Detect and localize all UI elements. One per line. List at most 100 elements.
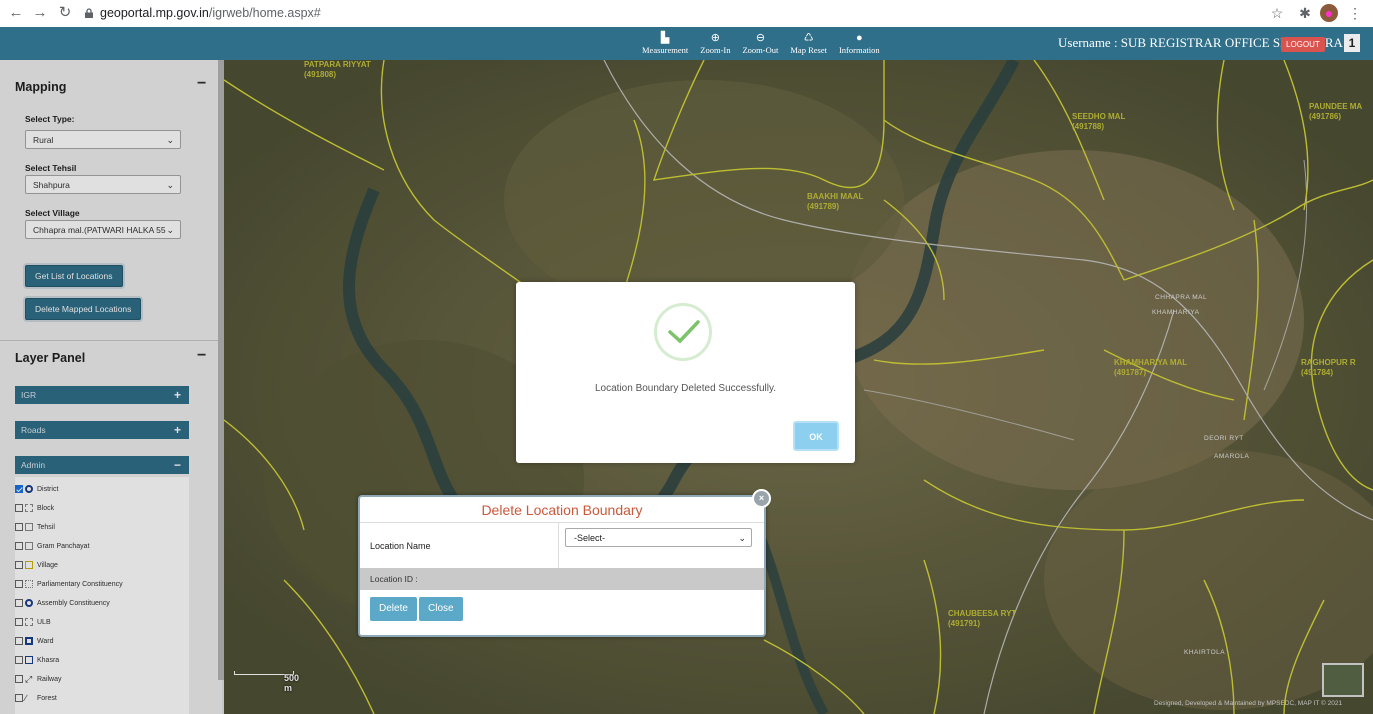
logout-button[interactable]: LOGOUT [1281, 37, 1325, 52]
layer-item-parliamentary[interactable]: Parliamentary Constituency [15, 577, 123, 591]
location-id-row: Location ID : [360, 568, 764, 590]
extensions-icon[interactable]: ✱ [1296, 4, 1314, 22]
layer-checkbox[interactable] [15, 694, 23, 702]
layer-checkbox[interactable] [15, 561, 23, 569]
layer-item-forest[interactable]: ∕ Forest [15, 691, 57, 705]
browser-toolbar: ← → ↻ geoportal.mp.gov.in/igrweb/home.as… [0, 0, 1373, 28]
section-divider [0, 340, 218, 341]
railway-icon: ⤢ [25, 674, 33, 684]
reload-icon[interactable]: ↻ [55, 3, 75, 23]
ok-button[interactable]: OK [793, 421, 839, 451]
row-divider [558, 523, 559, 568]
forward-icon[interactable]: → [30, 3, 50, 23]
location-select-value: -Select- [574, 533, 606, 543]
layer-item-khasra[interactable]: Khasra [15, 653, 59, 667]
layer-label: Village [37, 561, 58, 569]
layer-panel-collapse-icon[interactable]: − [197, 347, 206, 365]
url-domain: geoportal.mp.gov.in [100, 6, 209, 20]
layer-label: Ward [37, 637, 54, 645]
layer-checkbox[interactable] [15, 542, 23, 550]
layer-label: Gram Panchayat [37, 542, 90, 550]
place-label: DEORI RYT [1204, 435, 1244, 442]
parliamentary-layer-icon [25, 580, 33, 588]
zoom-out-tool[interactable]: ⊖ Zoom-Out [736, 27, 784, 60]
information-tool[interactable]: ● Information [833, 27, 886, 60]
get-list-button[interactable]: Get List of Locations [25, 265, 123, 287]
layer-checkbox[interactable] [15, 637, 23, 645]
location-name-dropdown[interactable]: -Select- ⌄ [565, 528, 752, 547]
layer-group-igr[interactable]: IGR + [15, 386, 189, 404]
delete-button[interactable]: Delete [370, 597, 417, 621]
mapping-collapse-icon[interactable]: − [197, 75, 206, 93]
tool-label: Measurement [642, 45, 689, 55]
layer-item-village[interactable]: Village [15, 558, 58, 572]
layer-group-roads[interactable]: Roads + [15, 421, 189, 439]
block-layer-icon [25, 504, 33, 512]
info-icon: ● [855, 32, 863, 44]
khasra-layer-icon [25, 656, 33, 664]
layer-item-ward[interactable]: Ward [15, 634, 53, 648]
village-label: SEEDHO MAL (491788) [1072, 112, 1126, 131]
delete-mapped-button[interactable]: Delete Mapped Locations [25, 298, 142, 320]
back-icon[interactable]: ← [6, 3, 26, 23]
select-tehsil-value: Shahpura [33, 180, 70, 190]
layer-label: Forest [37, 694, 57, 702]
measurement-tool[interactable]: ▙ Measurement [636, 27, 694, 60]
select-type-dropdown[interactable]: Rural ⌄ [25, 130, 181, 149]
delete-location-boundary-panel: Delete Location Boundary × Location Name… [358, 489, 771, 637]
layer-item-assembly[interactable]: Assembly Constituency [15, 596, 110, 610]
bookmark-star-icon[interactable]: ☆ [1268, 4, 1286, 22]
overview-map-button[interactable] [1322, 663, 1364, 697]
select-type-label: Select Type: [25, 114, 75, 124]
expand-icon: + [173, 388, 181, 402]
select-tehsil-dropdown[interactable]: Shahpura ⌄ [25, 175, 181, 194]
panel-title: Delete Location Boundary [481, 502, 643, 518]
map-toolbar: ▙ Measurement ⊕ Zoom-In ⊖ Zoom-Out ♺ Map Res… [636, 27, 886, 60]
layer-item-railway[interactable]: ⤢ Railway [15, 672, 62, 686]
layer-label: District [37, 485, 59, 493]
exit-icon[interactable]: 1 [1344, 34, 1360, 52]
mapping-title: Mapping [15, 80, 67, 94]
profile-avatar[interactable]: ● [1320, 4, 1338, 22]
layer-item-district[interactable]: District [15, 482, 58, 496]
layer-item-block[interactable]: Block [15, 501, 54, 515]
layer-checkbox[interactable] [15, 485, 23, 493]
layer-checkbox[interactable] [15, 656, 23, 664]
tehsil-layer-icon [25, 523, 33, 531]
layer-group-admin[interactable]: Admin − [15, 456, 189, 474]
layer-checkbox[interactable] [15, 580, 23, 588]
village-label: PAUNDEE MA (491786) [1309, 102, 1363, 121]
village-label: KHAMHARIYA MAL (491787) [1114, 358, 1188, 377]
select-village-dropdown[interactable]: Chhapra mal.(PATWARI HALKA 55 ⌄ [25, 220, 181, 239]
village-label: RAGHOPUR R (491784) [1301, 358, 1356, 377]
address-bar[interactable]: geoportal.mp.gov.in/igrweb/home.aspx# [84, 3, 1264, 24]
lock-icon [85, 8, 93, 18]
village-label: CHAUBEESA RYT (491791) [948, 609, 1017, 628]
village-label: BAAKHI MAAL (491789) [807, 192, 864, 211]
layer-item-tehsil[interactable]: Tehsil [15, 520, 55, 534]
layer-checkbox[interactable] [15, 675, 23, 683]
layer-checkbox[interactable] [15, 618, 23, 626]
close-button[interactable]: Close [419, 597, 463, 621]
zoom-in-tool[interactable]: ⊕ Zoom-In [694, 27, 736, 60]
ruler-icon: ▙ [660, 32, 670, 44]
layer-item-ulb[interactable]: ULB [15, 615, 51, 629]
location-name-label: Location Name [370, 541, 431, 551]
place-label: KHAMHARIYA [1152, 309, 1200, 316]
menu-kebab-icon[interactable]: ⋮ [1346, 4, 1364, 22]
app-header: ▙ Measurement ⊕ Zoom-In ⊖ Zoom-Out ♺ Map Res… [0, 27, 1373, 60]
layer-checkbox[interactable] [15, 504, 23, 512]
select-type-value: Rural [33, 135, 54, 145]
select-village-label: Select Village [25, 208, 80, 218]
ward-layer-icon [25, 637, 33, 645]
layer-group-label: Admin [21, 460, 46, 470]
layer-item-gram-panchayat[interactable]: Gram Panchayat [15, 539, 90, 553]
map-reset-tool[interactable]: ♺ Map Reset [784, 27, 833, 60]
place-label: KHAIRTOLA [1184, 649, 1226, 656]
layer-checkbox[interactable] [15, 599, 23, 607]
checkmark-icon [668, 320, 700, 344]
layer-checkbox[interactable] [15, 523, 23, 531]
close-icon[interactable]: × [752, 489, 771, 508]
layer-label: Railway [37, 675, 62, 683]
place-label: CHHAPRA MAL [1155, 294, 1208, 301]
